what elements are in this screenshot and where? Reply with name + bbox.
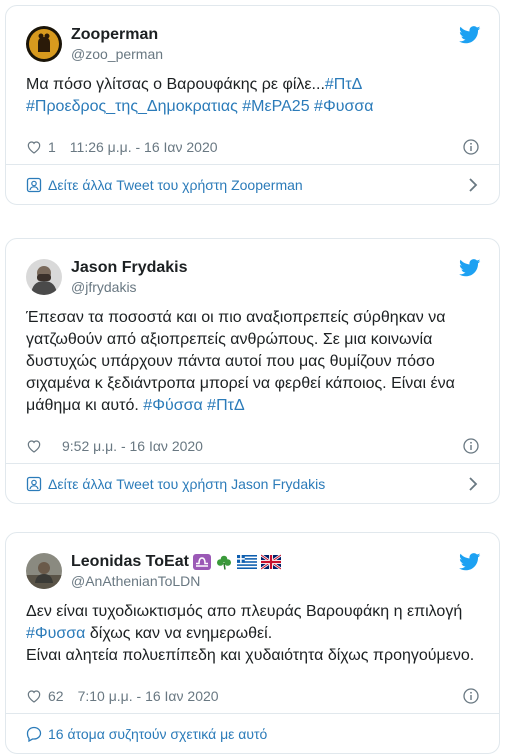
avatar[interactable] (26, 26, 62, 62)
hashtag-link[interactable]: #ΠτΔ (325, 76, 362, 93)
profile-icon (26, 177, 42, 192)
author-name[interactable]: Jason Frydakis (71, 258, 188, 278)
shamrock-emoji (216, 555, 231, 570)
tweet-card: Jason Frydakis @jfrydakis Έπεσαν τα ποσο… (5, 238, 500, 504)
like-count: 1 (48, 139, 56, 155)
hashtag-link[interactable]: #ΜεΡΑ25 (242, 98, 309, 115)
twitter-bird-icon[interactable] (459, 259, 481, 277)
more-tweets-label: Δείτε άλλα Tweet του χρήστη Zooperman (48, 176, 303, 193)
libra-emoji (192, 554, 211, 570)
author-handle[interactable]: @AnAthenianToLDN (71, 572, 281, 590)
chevron-right-icon (469, 178, 478, 192)
timestamp-link[interactable]: 9:52 μ.μ. - 16 Ιαν 2020 (62, 438, 203, 454)
info-icon[interactable] (463, 139, 479, 155)
heart-icon[interactable] (26, 688, 42, 704)
author-handle[interactable]: @zoo_perman (71, 45, 163, 63)
comment-icon (26, 726, 42, 742)
tweet-card: Leonidas ToEat @AnAthenianToLDN Δεν είνα… (5, 532, 500, 754)
hashtag-link[interactable]: #ΠτΔ (207, 397, 244, 414)
avatar[interactable] (26, 553, 62, 589)
hashtag-link[interactable]: #Φυσσα (314, 98, 373, 115)
more-tweets-label: Δείτε άλλα Tweet του χρήστη Jason Frydak… (48, 475, 326, 492)
info-icon[interactable] (463, 438, 479, 454)
tweet-text-segment: Δεν είναι τυχοδιωκτισμός απο πλευράς Βαρ… (26, 603, 463, 620)
uk-flag-emoji (260, 554, 281, 570)
author-handle[interactable]: @jfrydakis (71, 278, 188, 296)
more-tweets-link[interactable]: Δείτε άλλα Tweet του χρήστη Zooperman (6, 164, 499, 204)
timestamp-link[interactable]: 11:26 μ.μ. - 16 Ιαν 2020 (70, 139, 218, 155)
more-tweets-link[interactable]: Δείτε άλλα Tweet του χρήστη Jason Frydak… (6, 463, 499, 503)
conversation-link[interactable]: 16 άτομα συζητούν σχετικά με αυτό (6, 713, 499, 753)
heart-icon[interactable] (26, 139, 42, 155)
profile-icon (26, 476, 42, 491)
tweet-text: Έπεσαν τα ποσοστά και οι πιο αναξιοπρεπε… (26, 307, 479, 417)
tweet-text-segment: δίχως καν να ενημερωθεί. Είναι αλητεία π… (26, 625, 475, 664)
tweet-text: Μα πόσο γλίτσας ο Βαρουφάκης ρε φίλε...#… (26, 74, 479, 118)
greece-flag-emoji (236, 555, 257, 569)
chevron-right-icon (469, 477, 478, 491)
hashtag-link[interactable]: #Φύσσα (143, 397, 202, 414)
info-icon[interactable] (463, 688, 479, 704)
tweet-card: Zooperman @zoo_perman Μα πόσο γλίτσας ο … (5, 5, 500, 205)
conversation-label: 16 άτομα συζητούν σχετικά με αυτό (48, 725, 268, 742)
twitter-bird-icon[interactable] (459, 26, 481, 44)
tweet-text: Δεν είναι τυχοδιωκτισμός απο πλευράς Βαρ… (26, 601, 479, 667)
hashtag-link[interactable]: #Προεδρος_της_Δημοκρατιας (26, 98, 238, 115)
author-name[interactable]: Leonidas ToEat (71, 552, 189, 572)
heart-icon[interactable] (26, 438, 42, 454)
timestamp-link[interactable]: 7:10 μ.μ. - 16 Ιαν 2020 (78, 688, 219, 704)
like-count: 62 (48, 688, 64, 704)
hashtag-link[interactable]: #Φυσσα (26, 625, 85, 642)
avatar[interactable] (26, 259, 62, 295)
twitter-bird-icon[interactable] (459, 553, 481, 571)
tweet-text-segment: Μα πόσο γλίτσας ο Βαρουφάκης ρε φίλε... (26, 76, 325, 93)
author-name[interactable]: Zooperman (71, 25, 163, 45)
